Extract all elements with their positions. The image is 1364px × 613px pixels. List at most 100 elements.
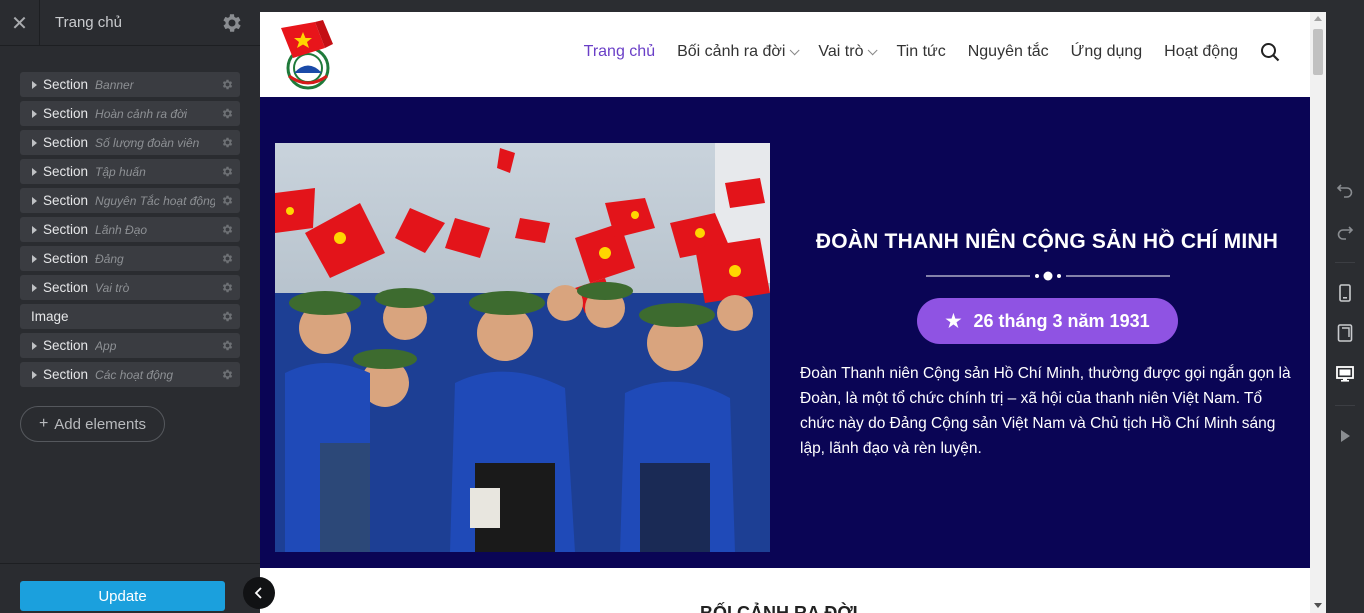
nav-item[interactable]: Vai trò <box>818 43 879 61</box>
element-settings-gear-icon[interactable] <box>221 368 234 381</box>
expand-arrow-icon[interactable] <box>32 80 37 89</box>
element-tree-item[interactable]: Section Số lượng đoàn viên <box>20 130 240 155</box>
expand-arrow-icon[interactable] <box>32 370 37 379</box>
close-icon[interactable]: ✕ <box>0 0 40 46</box>
element-type-label: Section <box>43 193 89 208</box>
element-tree-item[interactable]: Section Hoàn cảnh ra đời <box>20 101 240 126</box>
element-settings-gear-icon[interactable] <box>221 136 234 149</box>
element-tree-item[interactable]: Section Nguyên Tắc hoạt động <box>20 188 240 213</box>
add-elements-button[interactable]: + Add elements <box>20 406 165 442</box>
element-type-label: Section <box>43 251 89 266</box>
element-settings-gear-icon[interactable] <box>221 339 234 352</box>
youth-rally-photo <box>275 143 770 552</box>
element-name-label: App <box>95 338 117 353</box>
expand-arrow-icon[interactable] <box>32 138 37 147</box>
preview-canvas: Trang chủ Bối cảnh ra đời Vai trò Tin tức Ng… <box>260 12 1326 613</box>
element-settings-gear-icon[interactable] <box>221 281 234 294</box>
element-settings-gear-icon[interactable] <box>221 252 234 265</box>
element-settings-gear-icon[interactable] <box>221 165 234 178</box>
element-type-label: Section <box>43 164 89 179</box>
element-tree-item[interactable]: Section Vai trò <box>20 275 240 300</box>
nav-item[interactable]: Nguyên tắc <box>968 43 1049 61</box>
expand-arrow-icon[interactable] <box>32 167 37 176</box>
redo-icon[interactable] <box>1335 222 1355 242</box>
nav-item-label: Trang chủ <box>583 43 656 60</box>
preview-scrollbar[interactable] <box>1310 12 1326 613</box>
element-type-label: Image <box>31 309 69 324</box>
expand-arrow-icon[interactable] <box>32 341 37 350</box>
element-tree-item[interactable]: Image <box>20 304 240 329</box>
nav-item-label: Hoạt động <box>1164 43 1238 60</box>
element-type-label: Section <box>43 106 89 121</box>
element-settings-gear-icon[interactable] <box>221 78 234 91</box>
next-section-title: BỐI CẢNH RA ĐỜI <box>700 603 858 613</box>
tablet-view-icon[interactable] <box>1335 323 1355 343</box>
undo-icon[interactable] <box>1335 180 1355 200</box>
site-header: Trang chủ Bối cảnh ra đời Vai trò Tin tức Ng… <box>260 12 1310 97</box>
collapse-sidebar-button[interactable] <box>243 577 275 609</box>
element-settings-gear-icon[interactable] <box>221 223 234 236</box>
sidebar-header: ✕ Trang chủ <box>0 0 260 46</box>
page-settings-gear-icon[interactable] <box>220 11 244 35</box>
element-type-label: Section <box>43 280 89 295</box>
element-tree-item[interactable]: Section Tập huấn <box>20 159 240 184</box>
nav-item-label: Tin tức <box>896 43 946 60</box>
page-title: Trang chủ <box>55 14 122 31</box>
element-settings-gear-icon[interactable] <box>221 310 234 323</box>
element-tree-item[interactable]: Section Đảng <box>20 246 240 271</box>
element-type-label: Section <box>43 338 89 353</box>
nav-item[interactable]: Trang chủ <box>584 43 655 61</box>
right-toolbar <box>1326 0 1364 613</box>
chevron-left-icon <box>254 587 262 599</box>
plus-icon: + <box>38 415 49 432</box>
element-type-label: Section <box>43 222 89 237</box>
nav-item[interactable]: Ứng dụng <box>1071 43 1143 61</box>
mobile-view-icon[interactable] <box>1335 283 1355 303</box>
toolbar-divider <box>1335 262 1355 263</box>
scroll-down-arrow-icon[interactable] <box>1314 603 1322 608</box>
expand-arrow-icon[interactable] <box>32 196 37 205</box>
chevron-down-icon <box>868 44 879 55</box>
element-tree: Section Banner Section Hoàn cảnh ra đời Sect… <box>20 72 240 391</box>
expand-arrow-icon[interactable] <box>32 109 37 118</box>
element-tree-item[interactable]: Section Lãnh Đạo <box>20 217 240 242</box>
element-name-label: Nguyên Tắc hoạt động <box>95 193 216 208</box>
element-type-label: Section <box>43 135 89 150</box>
desktop-view-icon[interactable] <box>1335 364 1355 384</box>
scroll-thumb[interactable] <box>1313 29 1323 75</box>
element-name-label: Hoàn cảnh ra đời <box>95 106 188 121</box>
nav-item[interactable]: Hoạt động <box>1164 43 1238 61</box>
expand-arrow-icon[interactable] <box>32 254 37 263</box>
search-icon[interactable] <box>1260 42 1280 62</box>
element-type-label: Section <box>43 367 89 382</box>
nav-item-label: Nguyên tắc <box>967 43 1049 60</box>
expand-arrow-icon[interactable] <box>32 283 37 292</box>
nav-item[interactable]: Tin tức <box>896 43 945 61</box>
element-name-label: Tập huấn <box>95 164 146 179</box>
title-divider <box>926 271 1170 281</box>
banner-title: ĐOÀN THANH NIÊN CỘNG SẢN HỒ CHÍ MINH <box>815 230 1279 253</box>
star-icon: ★ <box>945 310 962 331</box>
nav-item-label: Ứng dụng <box>1070 43 1143 60</box>
element-settings-gear-icon[interactable] <box>221 194 234 207</box>
element-tree-item[interactable]: Section Các hoạt động <box>20 362 240 387</box>
element-name-label: Đảng <box>95 251 124 266</box>
banner-description: Đoàn Thanh niên Cộng sản Hồ Chí Minh, th… <box>800 365 1291 457</box>
nav-item-label: Vai trò <box>818 43 864 60</box>
element-tree-item[interactable]: Section App <box>20 333 240 358</box>
editor-sidebar: ✕ Trang chủ Section Banner Section Hoàn cản… <box>0 0 260 613</box>
youth-union-logo[interactable] <box>275 18 341 90</box>
element-name-label: Các hoạt động <box>95 367 174 382</box>
nav-item[interactable]: Bối cảnh ra đời <box>677 43 800 61</box>
scroll-up-arrow-icon[interactable] <box>1314 16 1322 21</box>
banner-section: ĐOÀN THANH NIÊN CỘNG SẢN HỒ CHÍ MINH ★ 2… <box>260 97 1310 568</box>
element-settings-gear-icon[interactable] <box>221 107 234 120</box>
founding-date: 26 tháng 3 năm 1931 <box>973 310 1150 331</box>
update-button[interactable]: Update <box>20 581 225 611</box>
chevron-down-icon <box>790 44 800 55</box>
element-name-label: Banner <box>95 77 134 92</box>
founding-date-badge: ★ 26 tháng 3 năm 1931 <box>917 298 1178 344</box>
preview-play-icon[interactable] <box>1335 426 1355 446</box>
element-tree-item[interactable]: Section Banner <box>20 72 240 97</box>
expand-arrow-icon[interactable] <box>32 225 37 234</box>
